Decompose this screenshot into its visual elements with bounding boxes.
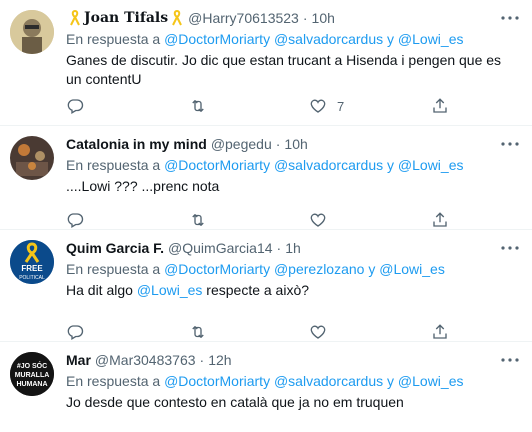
more-options-icon[interactable] [500, 8, 520, 28]
mention-link[interactable]: @DoctorMoriarty [164, 31, 270, 47]
svg-text:FREE: FREE [21, 264, 43, 273]
timestamp[interactable]: 10h [312, 9, 335, 27]
svg-text:#JO SÓC: #JO SÓC [17, 361, 47, 370]
yellow-ribbon-icon [172, 9, 183, 26]
mention-link[interactable]: @salvadorcardus [274, 157, 383, 173]
svg-text:MURALLA: MURALLA [15, 372, 50, 379]
heart-icon [310, 325, 326, 339]
mention-link[interactable]: @DoctorMoriarty [164, 261, 270, 277]
mention-link[interactable]: @DoctorMoriarty [164, 157, 270, 173]
mention-link[interactable]: @DoctorMoriarty [164, 373, 270, 389]
retweet-icon [192, 326, 204, 338]
tweet-text-part: respecte a això? [206, 282, 310, 298]
display-name[interactable]: Joan Tifals [84, 9, 168, 27]
like-button[interactable] [309, 322, 327, 342]
reply-button[interactable] [66, 96, 84, 116]
mention-link[interactable]: @salvadorcardus [274, 373, 383, 389]
reply-context: En respuesta a @DoctorMoriarty @salvador… [66, 372, 520, 391]
more-options-icon[interactable] [500, 238, 520, 258]
timeline: Joan Tifals @Harry70613523 · 10h En resp… [0, 0, 532, 432]
separator-dot: · [275, 136, 281, 152]
mention-link[interactable]: @Lowi_es [398, 157, 464, 173]
retweet-icon [192, 214, 204, 226]
like-button[interactable]: 7 [309, 96, 344, 116]
timestamp[interactable]: 12h [208, 351, 231, 369]
separator-dot: · [302, 10, 308, 26]
separator-dot: · [276, 240, 282, 256]
share-icon [433, 324, 447, 339]
tweet[interactable]: FREE POLITICAL Quim Garcia F. @QuimGarci… [0, 230, 532, 342]
heart-icon [310, 213, 326, 227]
avatar[interactable]: #JO SÓC MURALLA HUMANA [10, 352, 54, 396]
retweet-button[interactable] [188, 96, 208, 116]
mention-link[interactable]: @Lowi_es [398, 373, 464, 389]
share-button[interactable] [431, 210, 449, 230]
retweet-icon [192, 100, 204, 112]
reply-prefix: En respuesta a [66, 157, 161, 173]
reply-conjunction: y [368, 261, 376, 277]
mention-link[interactable]: @Lowi_es [398, 31, 464, 47]
avatar[interactable]: FREE POLITICAL [10, 240, 54, 284]
share-button[interactable] [431, 322, 449, 342]
reply-context: En respuesta a @DoctorMoriarty @salvador… [66, 30, 520, 49]
svg-text:HUMANA: HUMANA [16, 381, 47, 388]
mention-link[interactable]: @Lowi_es [137, 282, 203, 298]
tweet-text: ....Lowi ??? ...prenc nota [66, 178, 220, 194]
share-icon [433, 98, 447, 113]
tweet[interactable]: #JO SÓC MURALLA HUMANA Mar @Mar30483763 … [0, 342, 532, 432]
retweet-button[interactable] [188, 322, 208, 342]
display-name[interactable]: Mar [66, 351, 91, 369]
tweet-text-part: Ha dit algo [66, 282, 133, 298]
timestamp[interactable]: 10h [284, 135, 307, 153]
reply-conjunction: y [387, 157, 395, 173]
user-handle[interactable]: @QuimGarcia14 [168, 239, 272, 257]
display-name[interactable]: Quim Garcia F. [66, 239, 164, 257]
reply-context: En respuesta a @DoctorMoriarty @perezloz… [66, 260, 520, 279]
share-icon [433, 212, 447, 227]
like-count: 7 [337, 98, 345, 114]
reply-button[interactable] [66, 210, 84, 230]
avatar[interactable] [10, 136, 54, 180]
reply-button[interactable] [66, 322, 84, 342]
mention-link[interactable]: @salvadorcardus [274, 31, 383, 47]
reply-conjunction: y [387, 31, 395, 47]
separator-dot: · [199, 352, 205, 368]
tweet-text: Ganes de discutir. Jo dic que estan truc… [66, 52, 502, 87]
retweet-button[interactable] [188, 210, 208, 230]
mention-link[interactable]: @perezlozano [274, 261, 365, 277]
reply-conjunction: y [387, 373, 395, 389]
heart-icon [310, 99, 326, 113]
reply-prefix: En respuesta a [66, 261, 161, 277]
tweet[interactable]: Joan Tifals @Harry70613523 · 10h En resp… [0, 0, 532, 126]
reply-icon [67, 325, 84, 340]
tweet[interactable]: Catalonia in my mind @pegedu · 10h En re… [0, 126, 532, 230]
avatar[interactable] [10, 10, 54, 54]
reply-prefix: En respuesta a [66, 31, 161, 47]
yellow-ribbon-icon [70, 9, 80, 26]
reply-context: En respuesta a @DoctorMoriarty @salvador… [66, 156, 520, 175]
user-handle[interactable]: @Harry70613523 [188, 9, 299, 27]
timestamp[interactable]: 1h [285, 239, 301, 257]
user-handle[interactable]: @pegedu [211, 135, 272, 153]
user-handle[interactable]: @Mar30483763 [95, 351, 196, 369]
more-options-icon[interactable] [500, 134, 520, 154]
svg-text:POLITICAL: POLITICAL [19, 275, 45, 281]
tweet-text: Jo desde que contesto en català que ja n… [66, 394, 404, 410]
mention-link[interactable]: @Lowi_es [379, 261, 445, 277]
reply-icon [67, 99, 84, 114]
like-button[interactable] [309, 210, 327, 230]
display-name[interactable]: Catalonia in my mind [66, 135, 207, 153]
reply-icon [67, 213, 84, 228]
tweet-text: Ha dit algo @Lowi_es respecte a això? [66, 281, 520, 300]
reply-prefix: En respuesta a [66, 373, 161, 389]
more-options-icon[interactable] [500, 350, 520, 370]
share-button[interactable] [431, 96, 449, 116]
